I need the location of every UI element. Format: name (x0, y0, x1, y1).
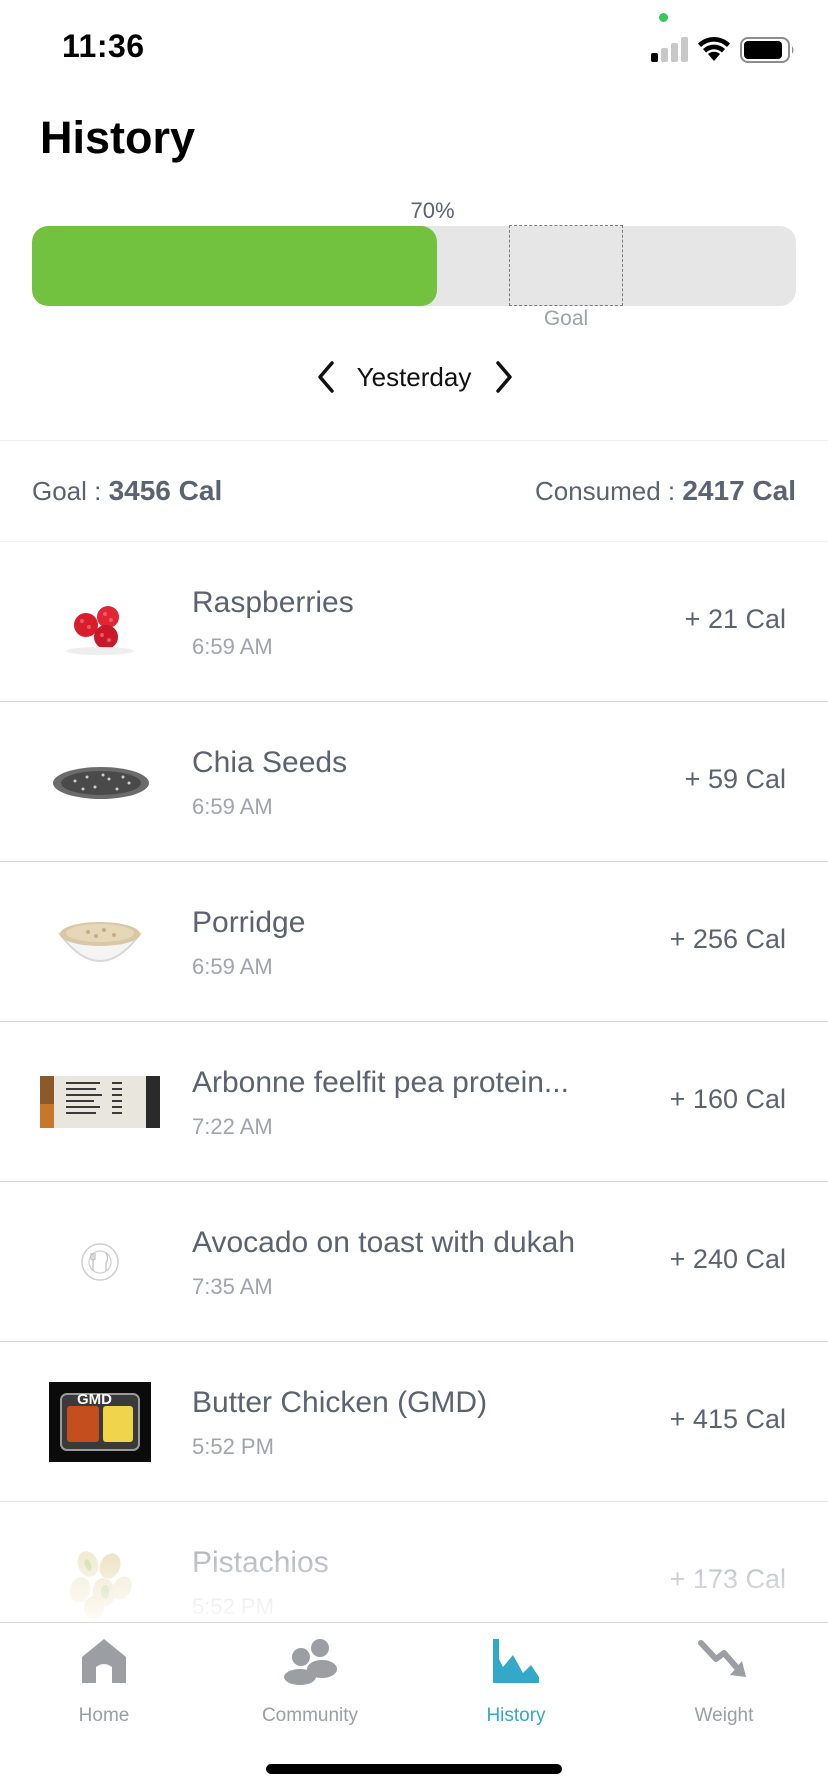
calorie-progress-bar (32, 226, 796, 306)
food-name: Arbonne feelfit pea protein... (192, 1066, 569, 1099)
selected-day-label: Yesterday (356, 362, 472, 392)
food-calories: + 21 Cal (684, 604, 786, 634)
consumed-summary-value: 2417 Cal (682, 475, 796, 506)
food-name: Avocado on toast with dukah (192, 1226, 576, 1259)
tab-history[interactable]: History (436, 1637, 596, 1727)
community-icon (284, 1639, 337, 1685)
history-screen: 11:36 History 70% Goal Yesterday Goal: … (0, 0, 828, 1792)
food-time: 6:59 AM (192, 634, 273, 659)
tab-home[interactable]: Home (24, 1637, 184, 1727)
consumed-summary-prefix: Consumed : (534, 476, 683, 506)
food-row[interactable]: GMD Butter Chicken (GMD) 5:52 PM + 415 C… (0, 1342, 828, 1502)
chevron-right-icon (496, 361, 512, 393)
food-name: Butter Chicken (GMD) (192, 1386, 488, 1419)
consumed-summary: Consumed : 2417 Cal (535, 475, 796, 507)
food-time: 7:22 AM (192, 1114, 273, 1139)
cellular-signal-icon (651, 36, 689, 62)
next-day-button[interactable] (480, 358, 530, 418)
home-icon (82, 1639, 126, 1683)
food-calories: + 240 Cal (669, 1244, 786, 1274)
progress-percent-label: 70% (410, 198, 455, 223)
raspberry-icon (38, 562, 162, 682)
tab-label: History (486, 1705, 546, 1726)
nutrition-label-photo (38, 1042, 162, 1162)
food-log-list: Raspberries 6:59 AM + 21 Cal Chia Seeds … (0, 542, 828, 1662)
goal-summary-value: 3456 Cal (108, 475, 223, 506)
food-calories: + 173 Cal (669, 1564, 786, 1594)
porridge-bowl-icon (38, 882, 162, 1002)
battery-icon (740, 37, 794, 63)
food-name: Chia Seeds (192, 746, 348, 779)
food-time: 7:35 AM (192, 1274, 273, 1299)
page-title: History (40, 112, 196, 163)
pack-logo-text: GMD (77, 1391, 112, 1408)
food-row[interactable]: Porridge 6:59 AM + 256 Cal (0, 862, 828, 1022)
progress-fill (32, 226, 437, 306)
chia-seeds-icon (38, 722, 162, 842)
tab-label: Weight (694, 1705, 754, 1726)
food-name: Pistachios (192, 1546, 329, 1579)
wifi-icon (698, 37, 730, 61)
goal-marker-label: Goal (543, 307, 589, 330)
plate-placeholder-icon (38, 1202, 162, 1322)
food-calories: + 415 Cal (669, 1404, 786, 1434)
calorie-summary: Goal : 3456 Cal Consumed : 2417 Cal (0, 440, 828, 542)
food-name: Porridge (192, 906, 306, 939)
food-row[interactable]: Raspberries 6:59 AM + 21 Cal (0, 542, 828, 702)
tab-label: Community (261, 1705, 359, 1726)
status-bar: 11:36 (0, 0, 828, 100)
weight-trend-icon (698, 1640, 746, 1677)
status-time: 11:36 (62, 28, 145, 64)
food-calories: + 256 Cal (669, 924, 786, 954)
day-navigator: Yesterday (0, 358, 828, 418)
goal-summary-prefix: Goal : (32, 476, 109, 506)
privacy-indicator-dot (659, 13, 668, 22)
food-row[interactable]: Arbonne feelfit pea protein... 7:22 AM +… (0, 1022, 828, 1182)
home-indicator[interactable] (266, 1764, 562, 1774)
tab-community[interactable]: Community (230, 1637, 390, 1727)
food-row[interactable]: Avocado on toast with dukah 7:35 AM + 24… (0, 1182, 828, 1342)
food-time: 5:52 PM (192, 1594, 274, 1619)
food-time: 5:52 PM (192, 1434, 274, 1459)
food-time: 6:59 AM (192, 954, 273, 979)
tab-weight[interactable]: Weight (644, 1637, 804, 1727)
food-calories: + 59 Cal (684, 764, 786, 794)
food-row[interactable]: Chia Seeds 6:59 AM + 59 Cal (0, 702, 828, 862)
food-name: Raspberries (192, 586, 354, 619)
tab-label: Home (78, 1705, 130, 1726)
food-time: 6:59 AM (192, 794, 273, 819)
history-chart-icon (493, 1639, 539, 1683)
food-calories: + 160 Cal (669, 1084, 786, 1114)
goal-summary: Goal : 3456 Cal (32, 475, 222, 507)
goal-marker (509, 225, 623, 306)
meal-pack-photo: GMD (38, 1362, 162, 1482)
